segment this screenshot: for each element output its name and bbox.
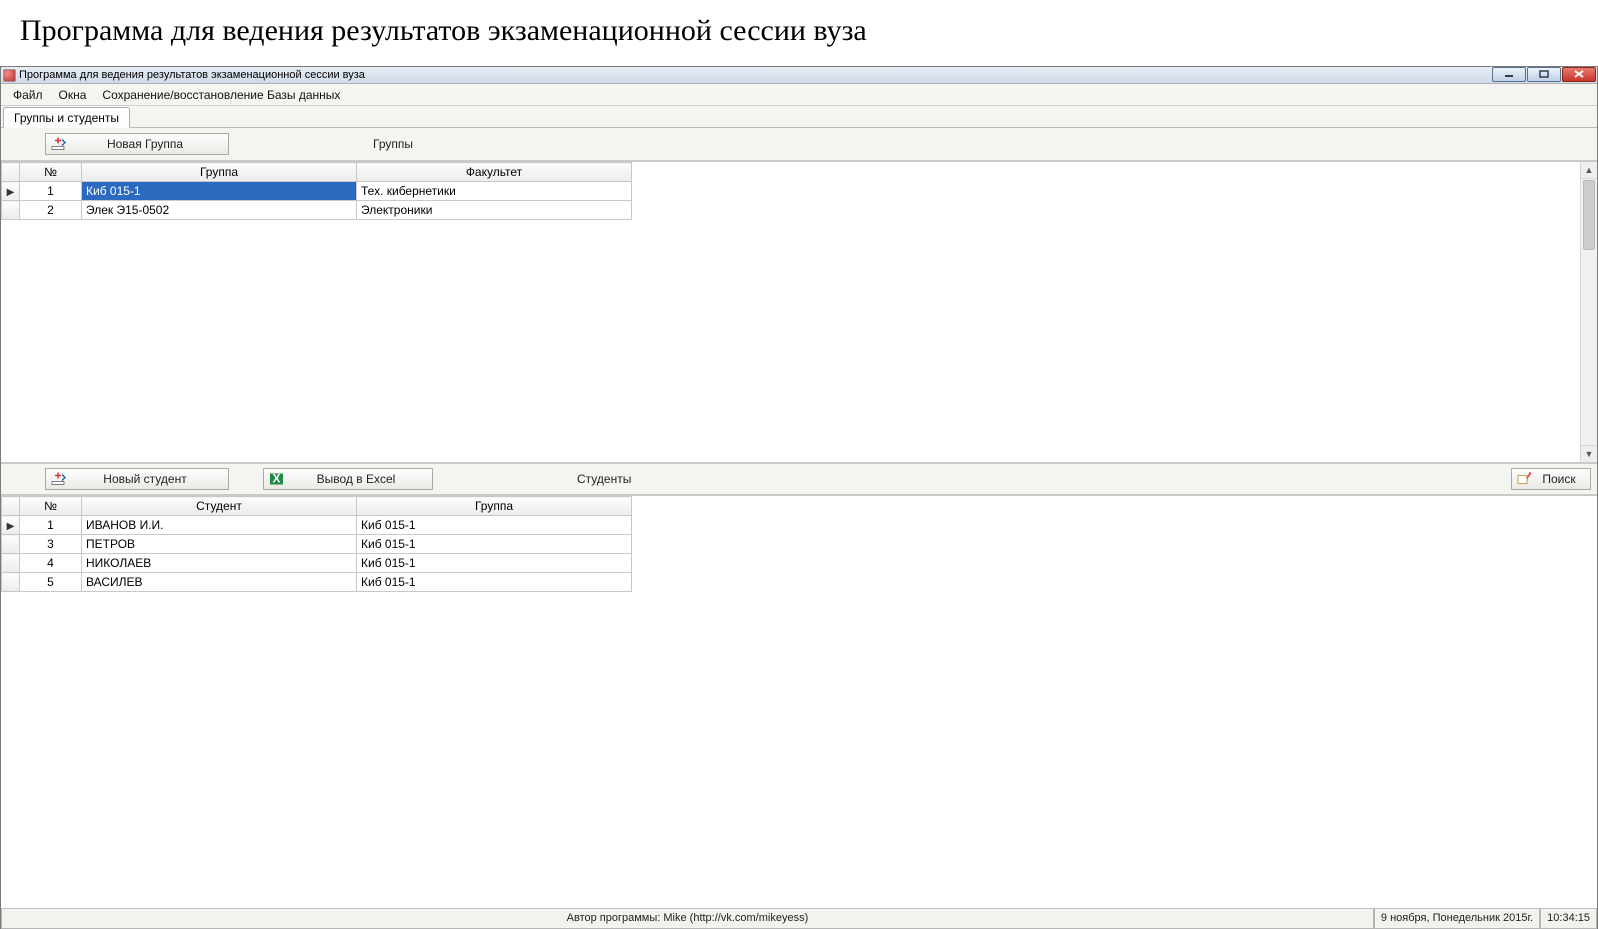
svg-text:X: X [272, 472, 280, 486]
cell-group[interactable]: Киб 015-1 [357, 554, 632, 573]
close-icon [1574, 70, 1584, 78]
tab-strip: Группы и студенты [1, 106, 1597, 128]
table-row[interactable]: ▶ 1Киб 015-1Тех. кибернетики [2, 182, 632, 201]
search-label: Поиск [1542, 472, 1575, 486]
cell-student[interactable]: ПЕТРОВ [82, 535, 357, 554]
tab-groups-students[interactable]: Группы и студенты [3, 107, 130, 128]
groups-label: Группы [373, 137, 413, 151]
row-indicator [2, 573, 20, 592]
new-group-label: Новая Группа [107, 137, 183, 151]
groups-toolbar: Новая Группа Группы [1, 128, 1597, 162]
cell-num[interactable]: 1 [20, 516, 82, 535]
minimize-icon [1504, 70, 1514, 78]
cell-student[interactable]: НИКОЛАЕВ [82, 554, 357, 573]
cell-student[interactable]: ВАСИЛЕВ [82, 573, 357, 592]
status-date: 9 ноября, Понедельник 2015г. [1374, 909, 1540, 929]
table-row[interactable]: 4НИКОЛАЕВКиб 015-1 [2, 554, 632, 573]
groups-scrollbar[interactable]: ▲ ▼ [1580, 162, 1597, 462]
maximize-button[interactable] [1527, 67, 1561, 82]
row-indicator: ▶ [2, 516, 20, 535]
title-bar: Программа для ведения результатов экзаме… [1, 67, 1597, 84]
table-row[interactable]: 5ВАСИЛЕВКиб 015-1 [2, 573, 632, 592]
current-row-icon: ▶ [7, 187, 15, 198]
table-row[interactable]: ▶ 1ИВАНОВ И.И.Киб 015-1 [2, 516, 632, 535]
cell-num[interactable]: 4 [20, 554, 82, 573]
cell-group[interactable]: Киб 015-1 [357, 516, 632, 535]
students-table[interactable]: № Студент Группа ▶1ИВАНОВ И.И.Киб 015-13… [1, 496, 632, 592]
students-toolbar: Новый студент X Вывод в Excel Студенты П… [1, 462, 1597, 496]
new-group-button[interactable]: Новая Группа [45, 133, 229, 155]
status-bar: Автор программы: Mike (http://vk.com/mik… [1, 908, 1597, 928]
page-heading: Программа для ведения результатов экзаме… [0, 0, 1598, 66]
cell-num[interactable]: 1 [20, 182, 82, 201]
groups-corner [2, 163, 20, 182]
students-col-student[interactable]: Студент [82, 497, 357, 516]
students-col-group[interactable]: Группа [357, 497, 632, 516]
status-author: Автор программы: Mike (http://vk.com/mik… [1, 909, 1374, 929]
row-indicator: ▶ [2, 182, 20, 201]
table-row[interactable]: 2Элек Э15-0502Электроники [2, 201, 632, 220]
cell-num[interactable]: 5 [20, 573, 82, 592]
maximize-icon [1539, 70, 1549, 78]
cell-student[interactable]: ИВАНОВ И.И. [82, 516, 357, 535]
cell-faculty[interactable]: Тех. кибернетики [357, 182, 632, 201]
scroll-thumb[interactable] [1583, 180, 1595, 250]
window-controls [1492, 67, 1597, 84]
insert-row-icon [51, 137, 66, 152]
menu-file[interactable]: Файл [5, 85, 51, 105]
groups-col-num[interactable]: № [20, 163, 82, 182]
app-window: Программа для ведения результатов экзаме… [0, 66, 1598, 929]
scroll-down-icon[interactable]: ▼ [1581, 445, 1597, 462]
students-corner [2, 497, 20, 516]
minimize-button[interactable] [1492, 67, 1526, 82]
row-indicator [2, 201, 20, 220]
groups-col-group[interactable]: Группа [82, 163, 357, 182]
menu-bar: Файл Окна Сохранение/восстановление Базы… [1, 84, 1597, 106]
menu-windows[interactable]: Окна [51, 85, 95, 105]
students-label: Студенты [577, 472, 631, 486]
insert-row-icon [51, 472, 66, 487]
export-excel-button[interactable]: X Вывод в Excel [263, 468, 433, 490]
cell-group[interactable]: Киб 015-1 [357, 535, 632, 554]
cell-group[interactable]: Киб 015-1 [357, 573, 632, 592]
current-row-icon: ▶ [7, 521, 15, 532]
groups-table[interactable]: № Группа Факультет ▶ 1Киб 015-1Тех. кибер… [1, 162, 632, 220]
search-icon [1517, 472, 1532, 487]
status-time: 10:34:15 [1540, 909, 1597, 929]
cell-faculty[interactable]: Электроники [357, 201, 632, 220]
cell-num[interactable]: 2 [20, 201, 82, 220]
scroll-up-icon[interactable]: ▲ [1581, 162, 1597, 179]
students-col-num[interactable]: № [20, 497, 82, 516]
cell-group[interactable]: Элек Э15-0502 [82, 201, 357, 220]
groups-col-faculty[interactable]: Факультет [357, 163, 632, 182]
window-title: Программа для ведения результатов экзаме… [19, 69, 1492, 81]
table-row[interactable]: 3ПЕТРОВКиб 015-1 [2, 535, 632, 554]
new-student-button[interactable]: Новый студент [45, 468, 229, 490]
cell-num[interactable]: 3 [20, 535, 82, 554]
new-student-label: Новый студент [103, 472, 186, 486]
excel-icon: X [269, 472, 284, 487]
menu-backup[interactable]: Сохранение/восстановление Базы данных [94, 85, 348, 105]
students-grid: № Студент Группа ▶1ИВАНОВ И.И.Киб 015-13… [1, 496, 1597, 908]
export-excel-label: Вывод в Excel [317, 472, 396, 486]
search-button[interactable]: Поиск [1511, 468, 1591, 490]
row-indicator [2, 554, 20, 573]
cell-group[interactable]: Киб 015-1 [82, 182, 357, 201]
groups-grid: № Группа Факультет ▶ 1Киб 015-1Тех. кибер… [1, 162, 1597, 462]
close-button[interactable] [1562, 67, 1596, 82]
app-icon [3, 69, 16, 82]
row-indicator [2, 535, 20, 554]
